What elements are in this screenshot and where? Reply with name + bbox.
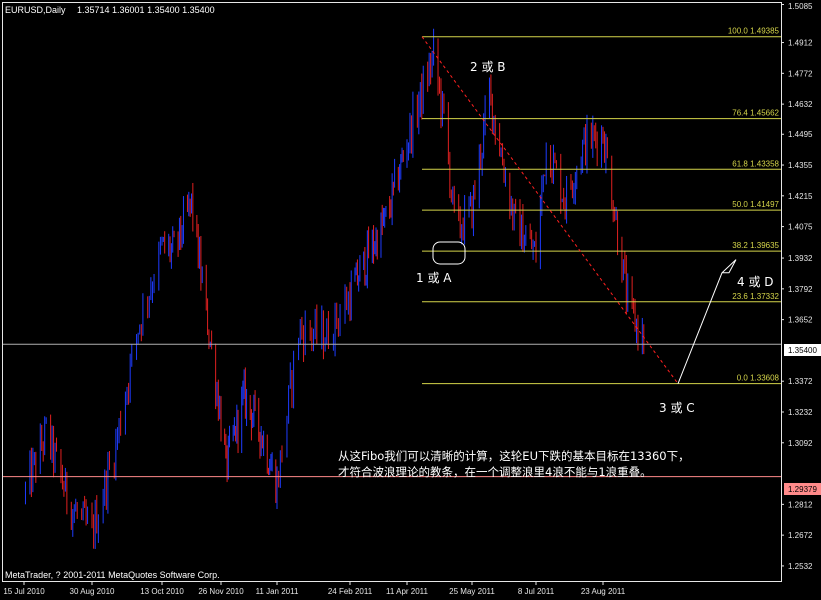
fib-level-label: 38.2 1.39635 [732, 241, 779, 250]
time-axis-label: 15 Jul 2010 [3, 587, 45, 596]
price-axis-label: 1.2812 [788, 500, 813, 509]
price-axis-label: 1.3652 [788, 316, 813, 325]
time-axis-label: 26 Nov 2010 [198, 587, 244, 596]
wave-label-1a: 1 或 A [416, 271, 452, 285]
time-axis-label: 13 Oct 2010 [140, 587, 184, 596]
fib-level-label: 100.0 1.49385 [728, 27, 780, 36]
price-axis-label: 1.4215 [788, 192, 813, 201]
annotation-line-2: 才符合波浪理论的教条，在一个调整浪里4浪不能与1浪重叠。 [338, 465, 652, 479]
price-axis-label: 1.5085 [788, 2, 813, 11]
price-axis-label: 1.3932 [788, 254, 813, 263]
time-axis-label: 8 Jul 2011 [518, 587, 555, 596]
price-chart[interactable]: 100.0 1.49385 76.4 1.45662 61.8 1.43358 50.… [0, 0, 821, 600]
price-axis-label: 1.4075 [788, 223, 813, 232]
fib-level-label: 61.8 1.43358 [732, 159, 779, 168]
wave-label-2b: 2 或 B [470, 60, 506, 74]
support-price-tag: 1.29379 [788, 485, 817, 494]
current-price-tag: 1.35400 [788, 346, 817, 355]
time-axis-label: 24 Feb 2011 [328, 587, 373, 596]
time-axis-label: 23 Aug 2011 [581, 587, 626, 596]
price-axis-label: 1.3372 [788, 377, 813, 386]
price-axis-label: 1.4912 [788, 39, 813, 48]
time-axis-label: 11 Jan 2011 [256, 587, 299, 596]
fib-level-label: 76.4 1.45662 [732, 109, 779, 118]
price-axis-label: 1.2532 [788, 562, 813, 571]
price-axis-label: 1.3232 [788, 408, 813, 417]
fib-level-label: 50.0 1.41497 [732, 200, 779, 209]
chart-header-ohlc: 1.35714 1.36001 1.35400 1.35400 [77, 5, 215, 15]
time-axis-label: 11 Apr 2011 [386, 587, 429, 596]
chart-background [0, 0, 821, 600]
time-axis-label: 30 Aug 2010 [70, 587, 115, 596]
fib-level-label: 23.6 1.37332 [732, 292, 779, 301]
wave-label-3c: 3 或 C [659, 401, 695, 415]
chart-header-symbol: EURUSD,Daily [5, 5, 66, 15]
wave-label-4d: 4 或 D [737, 275, 774, 289]
price-axis-label: 1.4355 [788, 161, 813, 170]
price-axis-label: 1.4632 [788, 100, 813, 109]
price-axis-label: 1.3792 [788, 285, 813, 294]
copyright-text: MetaTrader, ? 2001-2011 MetaQuotes Softw… [5, 570, 220, 580]
price-axis-label: 1.4772 [788, 69, 813, 78]
price-axis-label: 1.2672 [788, 531, 813, 540]
fib-level-label: 0.0 1.33608 [737, 374, 780, 383]
price-axis-label: 1.4495 [788, 130, 813, 139]
annotation-line-1: 从这Fibo我们可以清晰的计算，这轮EU下跌的基本目标在13360下， [338, 449, 690, 463]
price-axis-label: 1.3092 [788, 439, 813, 448]
time-axis-label: 25 May 2011 [449, 587, 495, 596]
